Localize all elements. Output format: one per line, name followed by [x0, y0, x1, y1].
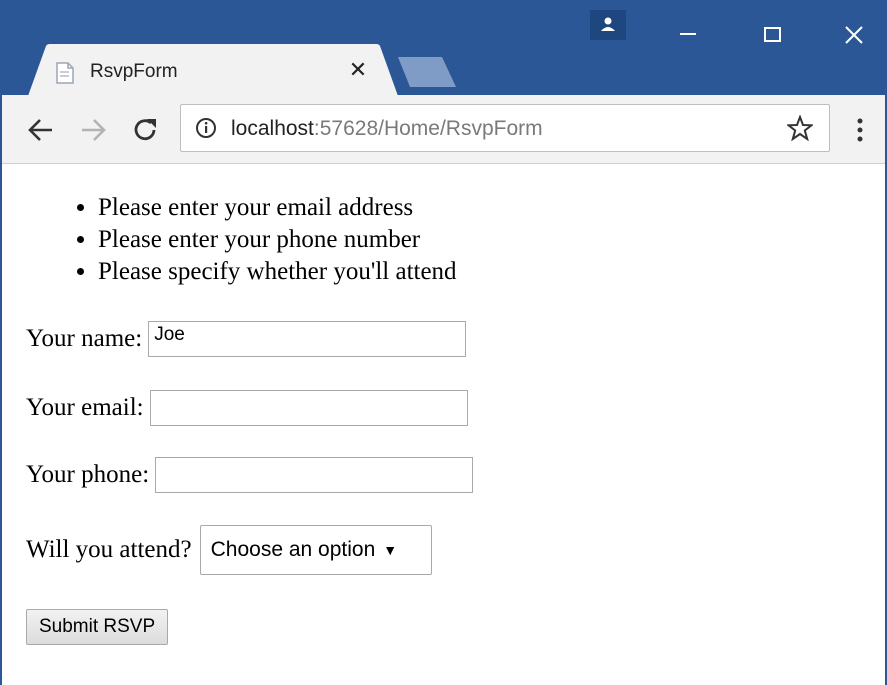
maximize-icon [764, 27, 781, 42]
submit-rsvp-button[interactable]: Submit RSVP [26, 609, 169, 645]
close-window-button[interactable] [824, 10, 884, 44]
forward-arrow-icon[interactable] [78, 115, 108, 145]
tab-title: RsvpForm [90, 61, 178, 82]
reload-icon[interactable] [130, 115, 160, 145]
attend-selected-option: Choose an option [210, 538, 376, 561]
attend-select[interactable]: Choose an option ▼ [199, 525, 432, 575]
menu-dots-icon[interactable] [854, 116, 866, 144]
page-content: Please enter your email address Please e… [2, 164, 885, 685]
email-row: Your email: [26, 390, 468, 426]
email-label: Your email: [26, 394, 144, 421]
url-host: localhost [231, 117, 314, 140]
minimize-button[interactable] [658, 10, 718, 44]
attend-row: Will you attend? Choose an option ▼ [26, 525, 432, 575]
close-icon [845, 26, 863, 44]
phone-field[interactable] [155, 457, 474, 493]
name-field[interactable]: Joe [148, 321, 467, 357]
tab-shape [28, 44, 398, 96]
profile-button[interactable] [590, 10, 626, 40]
info-icon[interactable] [195, 117, 217, 139]
url-path: :57628/Home/RsvpForm [313, 117, 543, 140]
email-field[interactable] [149, 390, 468, 426]
name-row: Your name: Joe [26, 321, 467, 357]
back-arrow-icon[interactable] [26, 115, 56, 145]
address-bar[interactable]: localhost:57628/Home/RsvpForm [180, 104, 830, 152]
name-label: Your name: [26, 325, 143, 352]
browser-toolbar: localhost:57628/Home/RsvpForm [2, 95, 885, 164]
browser-window: RsvpForm ✕ localhost:57628/Home/RsvpForm… [0, 0, 887, 685]
validation-error: Please enter your phone number [98, 224, 457, 256]
validation-summary: Please enter your email address Please e… [42, 192, 457, 288]
tab-close-icon[interactable]: ✕ [346, 58, 370, 82]
new-tab-button[interactable] [398, 57, 456, 87]
minimize-icon [680, 33, 696, 35]
validation-error: Please specify whether you'll attend [98, 256, 457, 288]
url-text: localhost:57628/Home/RsvpForm [231, 117, 543, 141]
person-icon [601, 17, 615, 31]
validation-error: Please enter your email address [98, 192, 457, 224]
bookmark-star-icon[interactable] [785, 114, 815, 142]
phone-label: Your phone: [26, 461, 150, 488]
maximize-button[interactable] [742, 10, 802, 44]
attend-label: Will you attend? [26, 536, 192, 563]
tab-rsvpform[interactable]: RsvpForm ✕ [28, 44, 398, 96]
phone-row: Your phone: [26, 457, 474, 493]
dropdown-arrow-icon: ▼ [383, 542, 398, 558]
page-icon [56, 62, 74, 84]
title-bar: RsvpForm ✕ [2, 0, 885, 96]
